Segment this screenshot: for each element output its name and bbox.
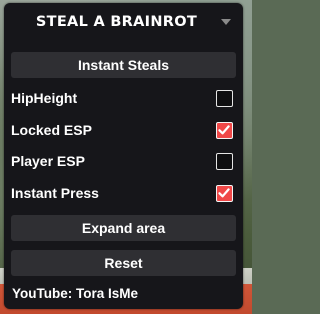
title-bar[interactable]: STEAL A BRAINROT — [4, 3, 243, 41]
toggle-row-player-esp[interactable]: Player ESP — [4, 146, 243, 176]
chevron-down-icon[interactable] — [221, 19, 231, 25]
toggle-label: Player ESP — [11, 153, 85, 169]
cheat-menu-panel: STEAL A BRAINROT Instant Steals HipHeigh… — [4, 3, 243, 309]
toggle-label: Locked ESP — [11, 122, 92, 138]
toggle-label: Instant Press — [11, 185, 99, 201]
locked-esp-checkbox[interactable] — [216, 121, 233, 139]
toggle-row-instant-press[interactable]: Instant Press — [4, 178, 243, 208]
reset-button[interactable]: Reset — [11, 250, 236, 276]
toggle-label: HipHeight — [11, 90, 78, 106]
instant-press-checkbox[interactable] — [216, 184, 233, 202]
hipheight-checkbox[interactable] — [216, 89, 233, 107]
checkmark-icon — [218, 187, 230, 197]
youtube-credit: YouTube: Tora IsMe — [12, 286, 139, 301]
expand-area-button[interactable]: Expand area — [11, 215, 236, 241]
checkmark-icon — [218, 124, 230, 134]
toggle-row-locked-esp[interactable]: Locked ESP — [4, 115, 243, 145]
instant-steals-button[interactable]: Instant Steals — [11, 52, 236, 78]
window-title: STEAL A BRAINROT — [35, 14, 198, 30]
player-esp-checkbox[interactable] — [216, 152, 233, 170]
toggle-row-hipheight[interactable]: HipHeight — [4, 83, 243, 113]
